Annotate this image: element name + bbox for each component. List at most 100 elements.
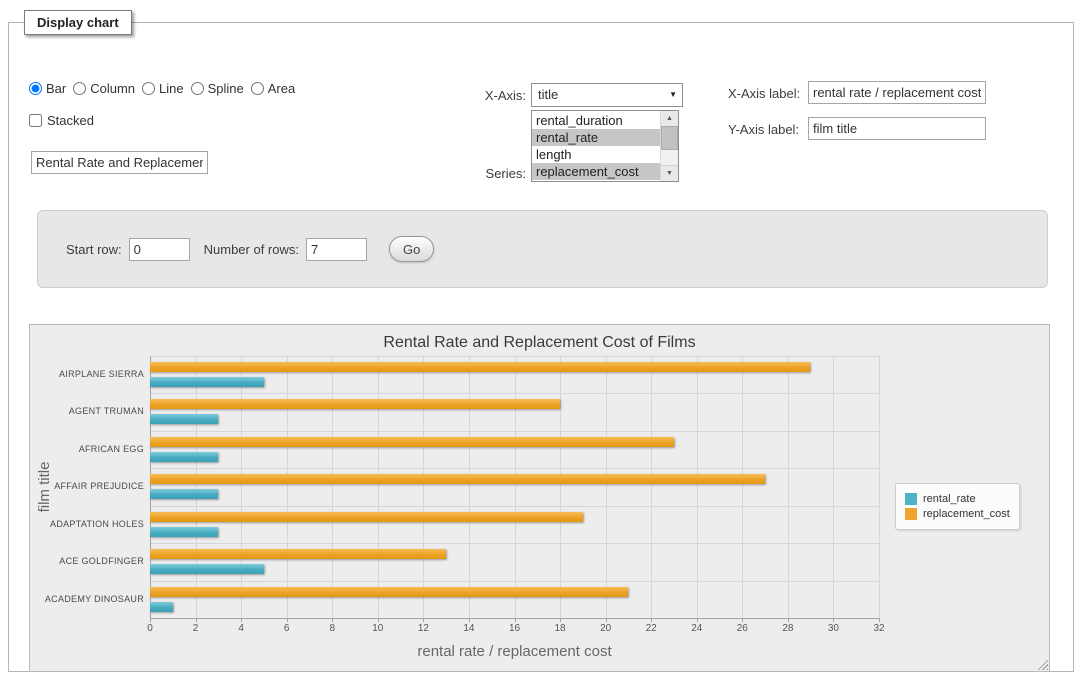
number-of-rows-input[interactable] xyxy=(306,238,367,261)
start-row-input[interactable] xyxy=(129,238,190,261)
grid-line-vertical xyxy=(833,356,834,618)
listbox-scrollbar[interactable]: ▲ ▼ xyxy=(660,111,678,181)
category-label: AFFAIR PREJUDICE xyxy=(32,481,144,491)
bar-rental_rate[interactable] xyxy=(150,602,173,612)
x-axis-title: rental rate / replacement cost xyxy=(150,643,879,660)
bar-rental_rate[interactable] xyxy=(150,452,218,462)
series-options: rental_durationrental_ratelengthreplacem… xyxy=(532,112,661,180)
chart-type-option-area[interactable]: Area xyxy=(251,81,295,96)
grid-line-vertical xyxy=(697,356,698,618)
x-axis-label-input[interactable] xyxy=(808,81,986,104)
series-option-rental_duration[interactable]: rental_duration xyxy=(532,112,661,129)
chart-type-option-spline[interactable]: Spline xyxy=(191,81,244,96)
axis-tick-label: 14 xyxy=(449,623,489,634)
axis-tick xyxy=(287,618,288,622)
axis-tick xyxy=(879,618,880,622)
bar-rental_rate[interactable] xyxy=(150,564,264,574)
axis-tick xyxy=(332,618,333,622)
chart-type-option-line[interactable]: Line xyxy=(142,81,184,96)
chart-type-radio-column[interactable] xyxy=(73,82,86,95)
legend-item-rental_rate[interactable]: rental_rate xyxy=(905,493,1010,505)
chart-type-radio-bar[interactable] xyxy=(29,82,42,95)
y-axis-label-field-label: Y-Axis label: xyxy=(728,122,799,137)
series-option-length[interactable]: length xyxy=(532,146,661,163)
axis-tick-label: 20 xyxy=(586,623,626,634)
series-listbox[interactable]: rental_durationrental_ratelengthreplacem… xyxy=(531,110,679,182)
grid-line-vertical xyxy=(469,356,470,618)
chart-legend: rental_rate replacement_cost xyxy=(895,483,1020,530)
chart-type-option-column[interactable]: Column xyxy=(73,81,135,96)
grid-line-vertical xyxy=(332,356,333,618)
chart-title-input[interactable] xyxy=(31,151,208,174)
scroll-down-icon[interactable]: ▼ xyxy=(661,165,678,181)
series-option-replacement_cost[interactable]: replacement_cost xyxy=(532,163,661,180)
axis-tick xyxy=(378,618,379,622)
grid-line-vertical xyxy=(423,356,424,618)
chevron-down-icon: ▼ xyxy=(669,84,677,106)
grid-line-vertical xyxy=(606,356,607,618)
axis-tick xyxy=(606,618,607,622)
x-axis-select[interactable]: title ▼ xyxy=(531,83,683,107)
x-axis-label-field-label: X-Axis label: xyxy=(728,86,800,101)
bar-replacement_cost[interactable] xyxy=(150,399,560,409)
legend-item-label: replacement_cost xyxy=(923,508,1010,520)
chart-type-option-label: Line xyxy=(159,81,184,96)
axis-tick xyxy=(423,618,424,622)
chart-title: Rental Rate and Replacement Cost of Film… xyxy=(30,334,1049,352)
axis-tick-label: 30 xyxy=(813,623,853,634)
fieldset-legend-title: Display chart xyxy=(24,10,132,35)
start-row-label: Start row: xyxy=(66,242,122,257)
x-axis-select-label: X-Axis: xyxy=(439,88,526,103)
bar-replacement_cost[interactable] xyxy=(150,549,446,559)
axis-tick-label: 28 xyxy=(768,623,808,634)
grid-line-vertical xyxy=(742,356,743,618)
display-chart-fieldset: Display chart Bar Column Line Spline Area St… xyxy=(8,10,1074,672)
x-axis-selected-value: title xyxy=(538,87,558,102)
category-label: AFRICAN EGG xyxy=(32,444,144,454)
axis-tick xyxy=(697,618,698,622)
stacked-label: Stacked xyxy=(47,113,94,128)
grid-line-vertical xyxy=(241,356,242,618)
legend-swatch-icon xyxy=(905,493,917,505)
stacked-checkbox-row[interactable]: Stacked xyxy=(29,113,94,128)
bar-replacement_cost[interactable] xyxy=(150,587,628,597)
category-label: ACADEMY DINOSAUR xyxy=(32,594,144,604)
resize-handle-icon[interactable] xyxy=(1035,657,1048,670)
axis-tick-label: 2 xyxy=(176,623,216,634)
bar-rental_rate[interactable] xyxy=(150,489,218,499)
bar-replacement_cost[interactable] xyxy=(150,437,674,447)
chart-type-option-label: Bar xyxy=(46,81,66,96)
series-option-rental_rate[interactable]: rental_rate xyxy=(532,129,661,146)
axis-tick-label: 22 xyxy=(631,623,671,634)
chart-type-option-bar[interactable]: Bar xyxy=(29,81,66,96)
scrollbar-thumb[interactable] xyxy=(661,126,678,150)
axis-tick-label: 16 xyxy=(495,623,535,634)
bar-rental_rate[interactable] xyxy=(150,377,264,387)
plot-area: 02468101214161820222426283032AIRPLANE SI… xyxy=(150,356,879,618)
grid-line-vertical xyxy=(651,356,652,618)
axis-tick xyxy=(196,618,197,622)
y-axis-label-input[interactable] xyxy=(808,117,986,140)
axis-tick xyxy=(788,618,789,622)
stacked-checkbox[interactable] xyxy=(29,114,42,127)
axis-tick xyxy=(150,618,151,622)
bar-rental_rate[interactable] xyxy=(150,414,218,424)
category-label: ACE GOLDFINGER xyxy=(32,556,144,566)
bar-replacement_cost[interactable] xyxy=(150,362,810,372)
bar-replacement_cost[interactable] xyxy=(150,474,765,484)
series-listbox-label: Series: xyxy=(439,166,526,181)
chart-type-radio-area[interactable] xyxy=(251,82,264,95)
bar-rental_rate[interactable] xyxy=(150,527,218,537)
legend-item-replacement_cost[interactable]: replacement_cost xyxy=(905,508,1010,520)
scroll-up-icon[interactable]: ▲ xyxy=(661,111,678,127)
chart-type-radio-line[interactable] xyxy=(142,82,155,95)
bar-replacement_cost[interactable] xyxy=(150,512,583,522)
go-button[interactable]: Go xyxy=(389,236,434,262)
chart-panel: Rental Rate and Replacement Cost of Film… xyxy=(29,324,1050,672)
chart-type-radio-group: Bar Column Line Spline Area xyxy=(29,81,302,96)
chart-type-radio-spline[interactable] xyxy=(191,82,204,95)
number-of-rows-label: Number of rows: xyxy=(204,242,299,257)
chart-type-option-label: Area xyxy=(268,81,295,96)
axis-tick-label: 26 xyxy=(722,623,762,634)
axis-tick-label: 24 xyxy=(677,623,717,634)
